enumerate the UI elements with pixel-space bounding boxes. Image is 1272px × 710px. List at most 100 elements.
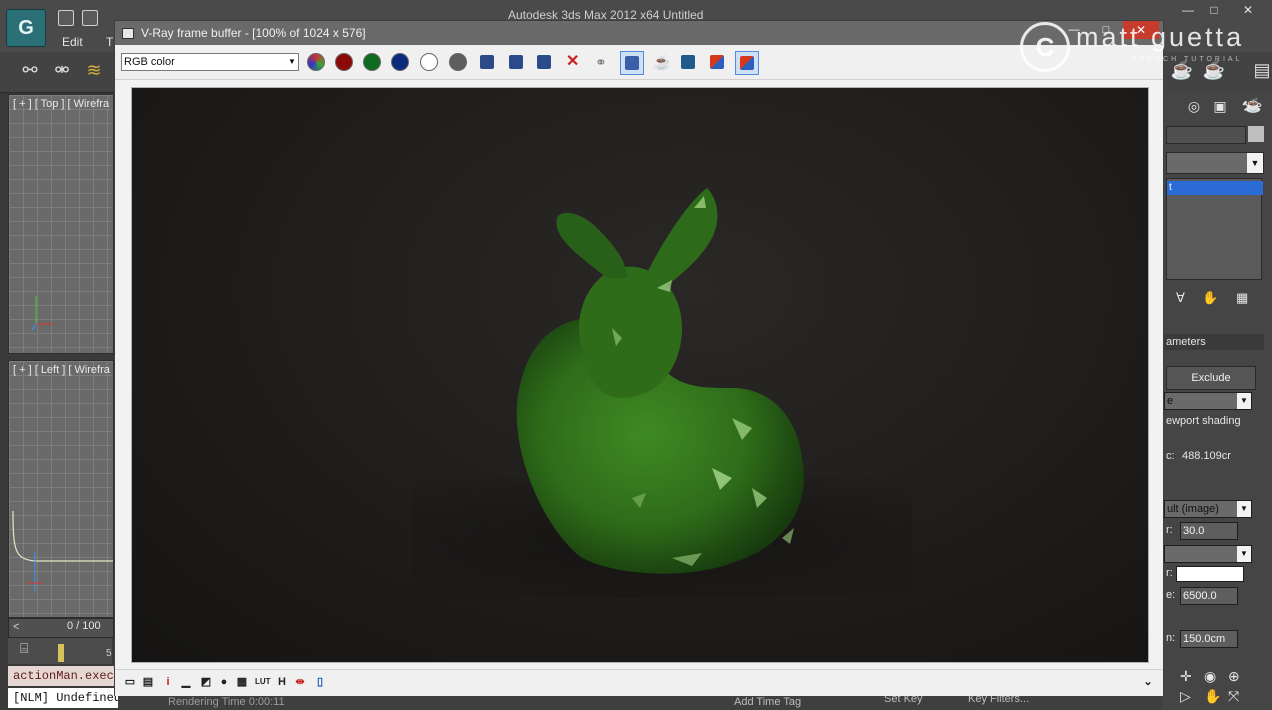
spinner-field-2[interactable]: 6500.0 <box>1180 587 1238 605</box>
exclude-button[interactable]: Exclude <box>1166 366 1256 390</box>
configure-modifier-sets-icon[interactable]: ▦ <box>1236 290 1248 306</box>
ab-compare-active-button[interactable] <box>735 51 759 75</box>
app-close-button[interactable]: ✕ <box>1236 3 1260 19</box>
red-channel-button[interactable] <box>333 51 355 73</box>
trackbar-tick-label: 5 <box>106 648 112 659</box>
trackbar[interactable]: ⌸ 5 <box>8 638 112 664</box>
render-last-button[interactable]: ☕ <box>649 51 671 73</box>
ab-compare-button[interactable] <box>706 51 728 73</box>
green-channel-button[interactable] <box>361 51 383 73</box>
maxscript-listener-output[interactable]: [NLM] Undefined Lay <box>8 688 121 708</box>
render-channel-value: RGB color <box>124 56 175 68</box>
menu-edit[interactable]: Edit <box>62 35 83 49</box>
save-all-button[interactable] <box>505 51 527 73</box>
viewport-label-top[interactable]: [ + ] [ Top ] [ Wirefra <box>13 98 109 110</box>
srgb-icon[interactable]: ▯ <box>313 675 327 689</box>
frame-marker[interactable] <box>58 644 64 662</box>
vfb-title: V-Ray frame buffer - [100% of 1024 x 576… <box>141 26 366 40</box>
chevron-down-icon[interactable]: ▼ <box>1237 546 1251 562</box>
chevron-down-icon[interactable]: ▼ <box>1237 501 1251 517</box>
type-select[interactable]: ▼ <box>1164 545 1252 563</box>
clear-image-button[interactable]: ✕ <box>562 51 584 73</box>
viewport-label-left[interactable]: [ + ] [ Left ] [ Wirefra <box>13 364 110 376</box>
play-icon[interactable]: ▷ <box>1180 688 1191 705</box>
render-last-icon: ☕ <box>653 54 671 70</box>
modifier-stack-list[interactable]: t <box>1166 178 1263 280</box>
new-file-icon[interactable] <box>58 10 74 26</box>
exposure-icon[interactable]: ● <box>217 675 231 689</box>
object-name-field[interactable] <box>1166 126 1246 144</box>
monochrome-button[interactable] <box>447 51 469 73</box>
display-color-channels-button[interactable] <box>305 51 327 73</box>
viewport-left[interactable]: [ + ] [ Left ] [ Wirefra <box>8 360 114 618</box>
histogram-icon[interactable]: H <box>275 675 289 689</box>
duplicate-to-max-vfb-button[interactable]: ⚭ <box>591 51 613 73</box>
field-of-view-icon[interactable]: ⊕ <box>1228 668 1240 685</box>
teapot-render-icon[interactable]: ☕ <box>1245 97 1262 114</box>
lut-icon[interactable]: LUT <box>255 675 271 689</box>
mode-select[interactable]: ult (image) ▼ <box>1164 500 1252 518</box>
object-color-swatch[interactable] <box>1248 126 1264 142</box>
track-mouse-button[interactable] <box>620 51 644 75</box>
spinner-prefix-label: r: <box>1166 524 1173 536</box>
blue-channel-button[interactable] <box>389 51 411 73</box>
select-link-icon[interactable]: ⚯ <box>18 58 42 82</box>
pin-stack-icon[interactable]: ∀ <box>1176 290 1185 306</box>
display-panel-icon[interactable]: ◎ <box>1184 98 1204 118</box>
chevron-down-icon[interactable]: ▼ <box>1247 153 1263 173</box>
load-image-button[interactable] <box>533 51 555 73</box>
app-maximize-button[interactable]: □ <box>1202 3 1226 19</box>
spinner-field-3[interactable]: 150.0cm <box>1180 630 1238 648</box>
bind-space-warp-icon[interactable]: ≋ <box>82 58 106 82</box>
mode-select-value: ult (image) <box>1167 503 1219 515</box>
vray-frame-buffer-window[interactable]: V-Ray frame buffer - [100% of 1024 x 576… <box>114 20 1262 696</box>
watermark-subtitle: FRENCH TUTORIAL <box>1132 56 1243 63</box>
color-swatch[interactable] <box>1176 566 1244 582</box>
navigation-controls: ✛ ◉ ⊕ ▷ ✋ ⤧ <box>1172 666 1272 710</box>
clear-image-icon: ✕ <box>566 53 580 70</box>
rendered-image[interactable] <box>131 87 1149 663</box>
pixel-info-icon[interactable]: i <box>161 675 175 689</box>
display-correction-icon[interactable]: ⇹ <box>293 675 307 689</box>
window-icon <box>122 28 134 39</box>
color-correction-icon[interactable]: ▩ <box>235 675 249 689</box>
zoom-extents-icon[interactable]: ⤧ <box>1228 688 1239 705</box>
unlink-icon[interactable]: ⚮ <box>50 58 74 82</box>
render-channel-select[interactable]: RGB color ▼ <box>121 53 299 71</box>
app-minimize-button[interactable]: — <box>1176 3 1200 19</box>
mini-curve-editor-icon[interactable]: ⌸ <box>20 640 28 657</box>
monitor-icon[interactable]: ▣ <box>1210 98 1230 118</box>
corrections-control-icon[interactable]: ▤ <box>141 675 155 689</box>
spinner-field-1[interactable]: 30.0 <box>1180 522 1238 540</box>
chevron-down-icon[interactable]: ▼ <box>286 54 298 70</box>
3ds-max-logo-icon[interactable]: G <box>6 9 46 47</box>
orbit-icon[interactable]: ◉ <box>1204 668 1216 685</box>
track-mouse-icon <box>625 56 639 70</box>
modifier-list-dropdown[interactable]: ▼ <box>1166 152 1264 174</box>
vfb-bottom-toolbar: ▭ ▤ i ▁ ◩ ● ▩ LUT H ⇹ ▯ ⌄ <box>115 669 1163 696</box>
maxscript-listener-input[interactable]: actionMan.exec <box>8 666 121 686</box>
add-time-tag-button[interactable]: Add Time Tag <box>734 696 801 708</box>
shading-select[interactable]: e ▼ <box>1164 392 1252 410</box>
alpha-channel-button[interactable] <box>418 51 440 73</box>
menu-tools[interactable]: T <box>106 35 113 49</box>
region-render-button[interactable] <box>677 51 699 73</box>
parameters-rollout-header[interactable]: ameters <box>1162 334 1264 350</box>
pan-icon[interactable]: ✛ <box>1180 668 1192 685</box>
time-slider-prev-icon[interactable]: < <box>13 621 19 633</box>
levels-icon[interactable]: ▁ <box>179 675 193 689</box>
hand-pan-icon[interactable]: ✋ <box>1204 688 1221 705</box>
display-color-channels-icon <box>307 53 325 71</box>
modifier-stack-selected-item[interactable]: t <box>1167 181 1263 195</box>
save-image-button[interactable] <box>476 51 498 73</box>
curve-icon[interactable]: ◩ <box>199 675 213 689</box>
hand-icon[interactable]: ✋ <box>1202 290 1218 306</box>
show-history-icon[interactable]: ▭ <box>123 675 137 689</box>
vfb-toolbar: RGB color ▼ ✕ ⚭ ☕ ☕ <box>115 45 1262 113</box>
open-file-icon[interactable] <box>82 10 98 26</box>
expand-chevron-icon[interactable]: ⌄ <box>1141 675 1155 689</box>
viewport-top[interactable]: [ + ] [ Top ] [ Wirefra <box>8 94 114 354</box>
spinner-prefix-label: e: <box>1166 589 1176 601</box>
chevron-down-icon[interactable]: ▼ <box>1237 393 1251 409</box>
vfb-title-bar[interactable]: V-Ray frame buffer - [100% of 1024 x 576… <box>115 21 1163 45</box>
